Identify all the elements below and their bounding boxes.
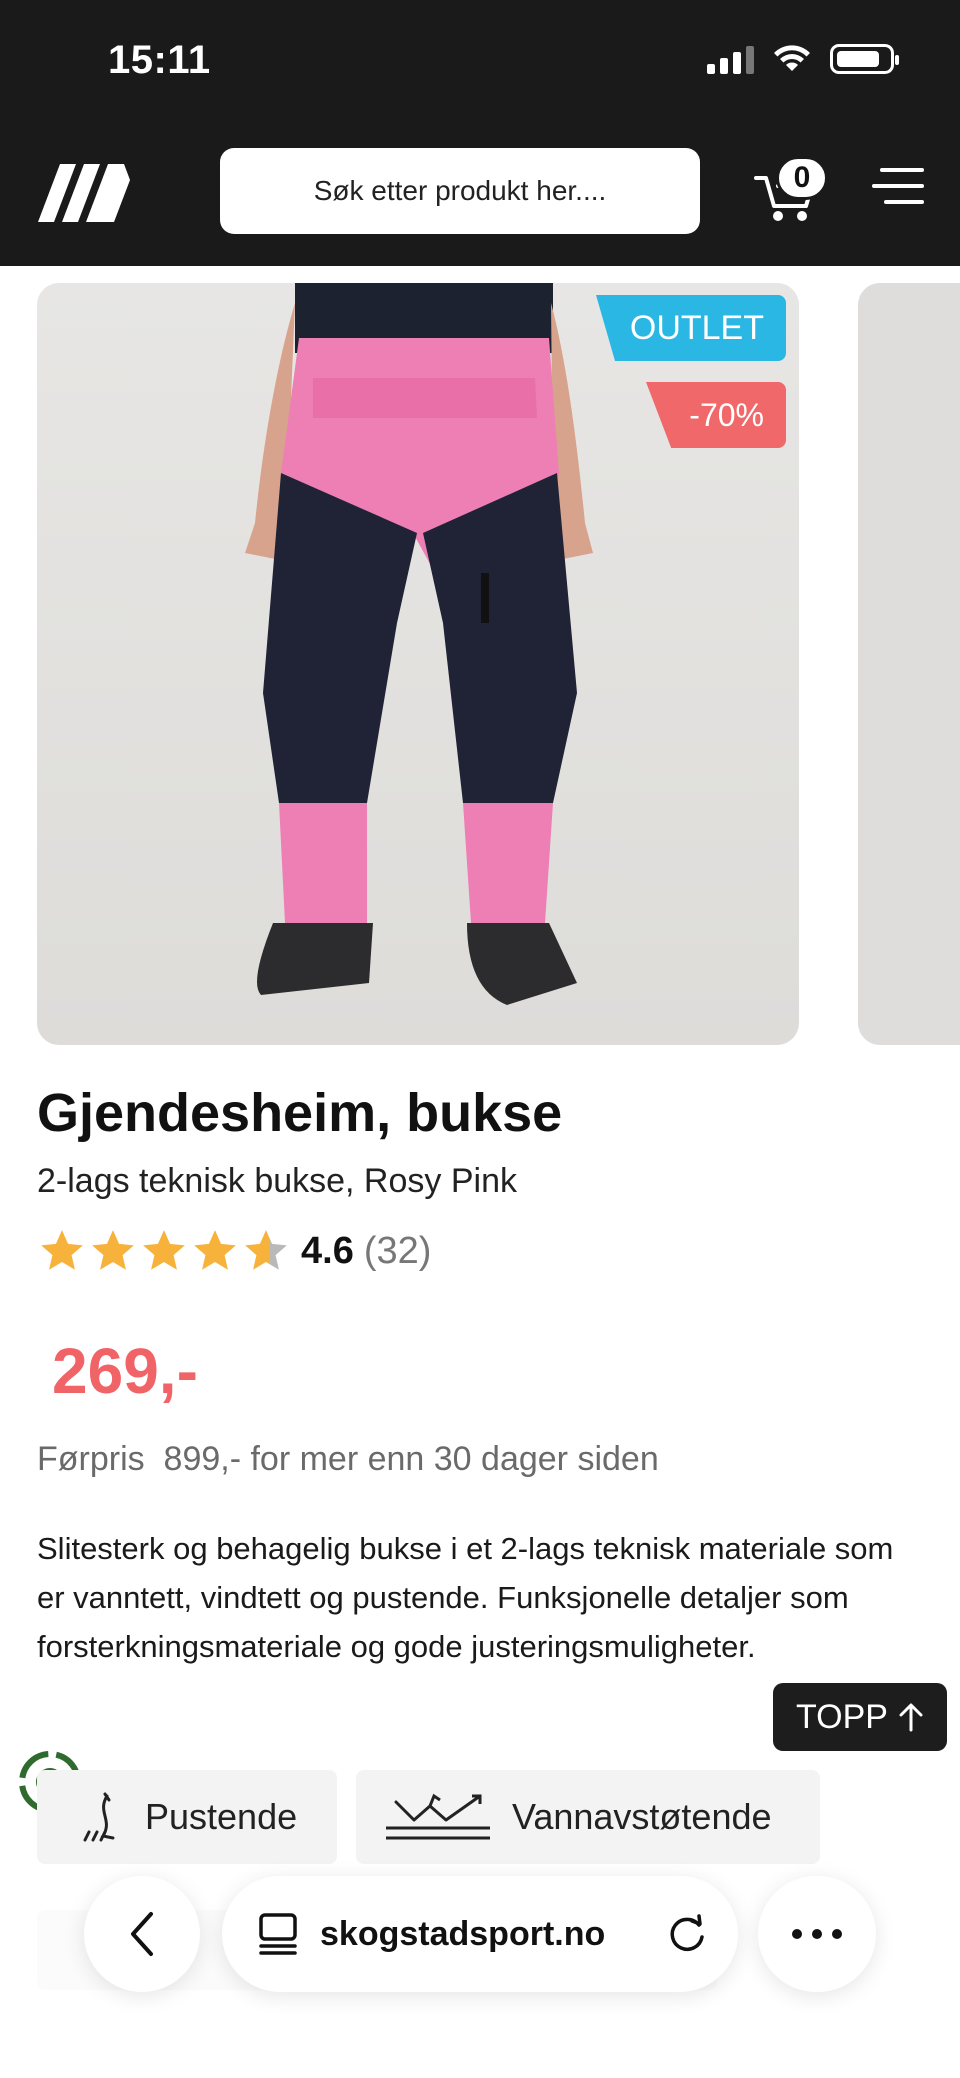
- more-dot: [832, 1929, 842, 1939]
- water-repellent-icon: [386, 1793, 490, 1840]
- product-title: Gjendesheim, bukse: [37, 1083, 563, 1143]
- scroll-top-label: TOPP: [796, 1697, 888, 1736]
- status-time: 15:11: [108, 38, 211, 82]
- feature-label: Vannavstøtende: [512, 1796, 772, 1837]
- cart-count-badge: 0: [776, 156, 828, 200]
- star-icon: [194, 1230, 236, 1270]
- product-description: Slitesterk og behagelig bukse i et 2-lag…: [37, 1531, 894, 1664]
- star-icon: [92, 1230, 134, 1270]
- battery-icon: [830, 44, 899, 74]
- outlet-badge: OUTLET: [596, 295, 786, 361]
- page-menu-icon: [259, 1913, 297, 1955]
- rating-value: 4.6: [301, 1229, 354, 1272]
- menu-icon[interactable]: [872, 168, 924, 208]
- arrow-up-icon: [899, 1703, 923, 1732]
- product-subtitle: 2-lags teknisk bukse, Rosy Pink: [37, 1162, 517, 1200]
- browser-back-button[interactable]: [84, 1876, 200, 1992]
- chevron-left-icon: [131, 1912, 153, 1956]
- browser-url: skogstadsport.no: [320, 1914, 606, 1953]
- more-dot: [812, 1929, 822, 1939]
- breathable-icon: [83, 1792, 115, 1842]
- status-icons: [707, 44, 899, 74]
- next-product-image[interactable]: [858, 283, 960, 1045]
- logo[interactable]: [38, 160, 130, 226]
- reload-icon[interactable]: [666, 1913, 708, 1955]
- star-icon: [41, 1230, 83, 1270]
- star-half-icon: [245, 1230, 287, 1270]
- browser-more-button[interactable]: [758, 1876, 876, 1992]
- product-price: 269,-: [52, 1335, 198, 1407]
- browser-address-bar[interactable]: skogstadsport.no: [222, 1876, 738, 1992]
- top-bar: 15:11 Søk etter produkt her.... 0: [0, 0, 960, 266]
- more-dot: [792, 1929, 802, 1939]
- scroll-top-button[interactable]: TOPP: [773, 1683, 947, 1751]
- feature-chip-breathable[interactable]: Pustende: [37, 1770, 337, 1864]
- signal-icon: [707, 44, 754, 74]
- feature-label: Pustende: [145, 1796, 298, 1837]
- star-icon: [143, 1230, 185, 1270]
- feature-chip-water-repellent[interactable]: Vannavstøtende: [356, 1770, 820, 1864]
- rating-count[interactable]: (32): [364, 1230, 432, 1273]
- rating-stars: [37, 1226, 291, 1276]
- search-input[interactable]: Søk etter produkt her....: [220, 148, 700, 234]
- before-price: Førpris 899,- for mer enn 30 dager siden: [37, 1440, 659, 1478]
- rating[interactable]: 4.6 (32): [37, 1226, 431, 1276]
- wifi-icon: [774, 45, 810, 71]
